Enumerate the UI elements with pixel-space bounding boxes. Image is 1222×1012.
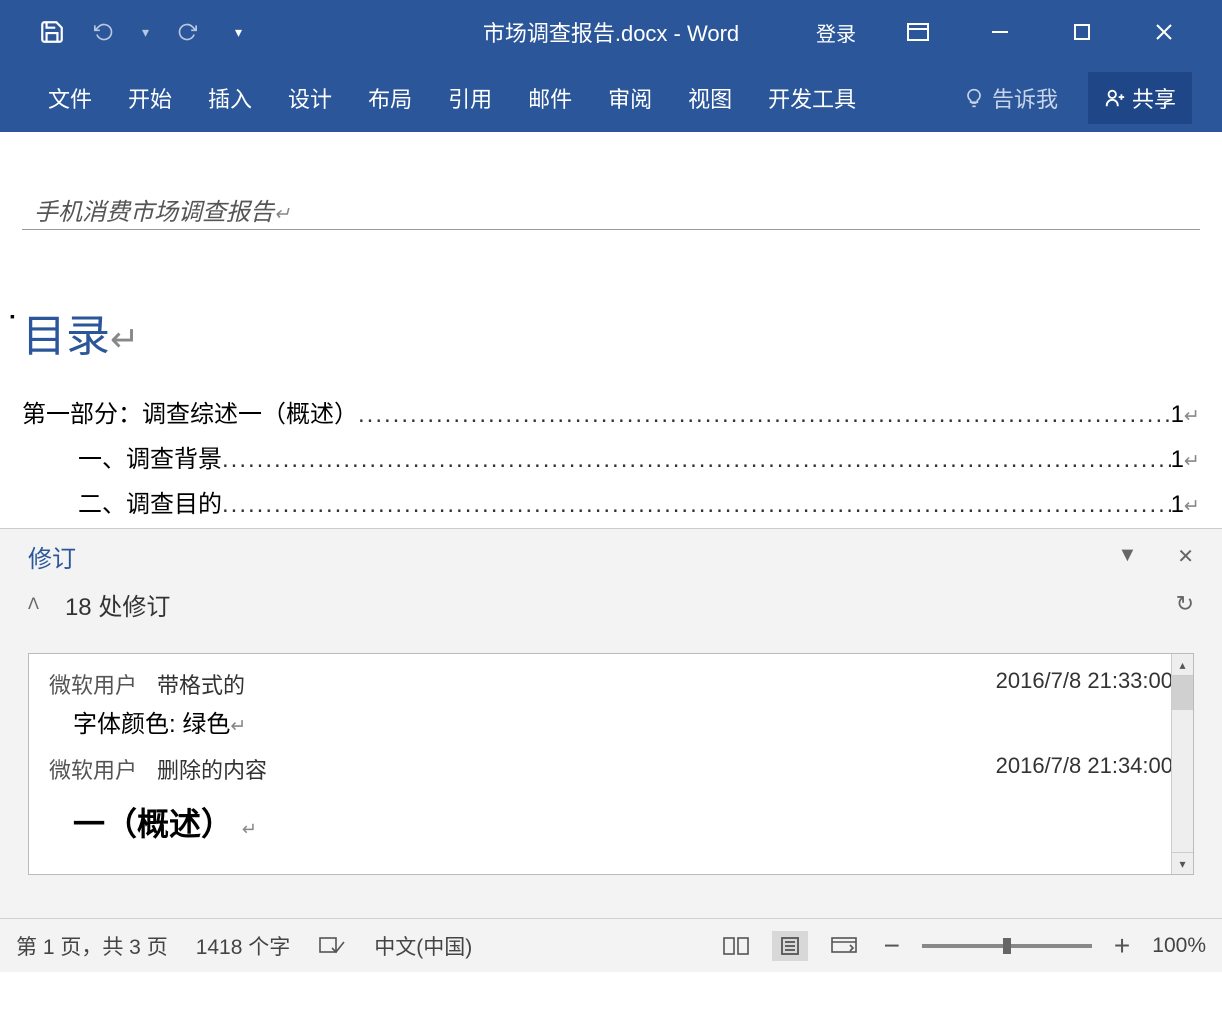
read-mode-icon[interactable]: [718, 931, 754, 961]
revision-author: 微软用户: [49, 668, 137, 700]
document-area[interactable]: 手机消费市场调查报告↵ ▪ 目录↵ 第一部分：调查综述一（概述） .......…: [0, 132, 1222, 528]
window-title: 市场调查报告.docx - Word: [483, 16, 739, 48]
page-indicator[interactable]: 第 1 页，共 3 页: [16, 931, 168, 961]
tab-developer[interactable]: 开发工具: [750, 64, 874, 132]
zoom-level[interactable]: 100%: [1152, 934, 1206, 958]
revision-detail: 一（概述） ↵: [49, 785, 1173, 845]
tab-mailings[interactable]: 邮件: [510, 64, 590, 132]
zoom-in-button[interactable]: +: [1110, 930, 1134, 962]
scroll-thumb[interactable]: [1172, 676, 1193, 710]
revision-type: 删除的内容: [157, 753, 267, 785]
ribbon: 文件 开始 插入 设计 布局 引用 邮件 审阅 视图 开发工具 告诉我 共享: [0, 64, 1222, 132]
tab-design[interactable]: 设计: [270, 64, 350, 132]
tab-view[interactable]: 视图: [670, 64, 750, 132]
revision-detail: 字体颜色: 绿色↵: [49, 700, 1173, 747]
word-count[interactable]: 1418 个字: [196, 931, 291, 961]
qat-customize-icon[interactable]: ▾: [235, 24, 242, 41]
chevron-up-icon[interactable]: ᐱ: [28, 594, 39, 614]
tab-layout[interactable]: 布局: [350, 64, 430, 132]
spellcheck-icon[interactable]: [318, 934, 346, 958]
titlebar-right: 登录: [816, 16, 1222, 48]
tab-file[interactable]: 文件: [30, 64, 110, 132]
revision-time: 2016/7/8 21:33:00: [996, 668, 1173, 700]
zoom-slider[interactable]: [922, 944, 1092, 948]
minimize-icon[interactable]: [980, 16, 1020, 48]
revision-item[interactable]: 微软用户 带格式的 2016/7/8 21:33:00 字体颜色: 绿色↵: [49, 668, 1173, 747]
close-pane-icon[interactable]: ✕: [1177, 544, 1194, 569]
quick-access-toolbar: ▾ ▾: [0, 18, 242, 46]
revisions-title: 修订: [28, 539, 76, 574]
revision-count: 18 处修订: [65, 587, 170, 622]
tell-me-button[interactable]: 告诉我: [964, 82, 1058, 114]
toc-entry[interactable]: 第一部分：调查综述一（概述） .........................…: [22, 394, 1200, 429]
cursor-mark: ▪: [10, 308, 15, 324]
revision-type: 带格式的: [157, 668, 245, 700]
tab-insert[interactable]: 插入: [190, 64, 270, 132]
web-layout-icon[interactable]: [826, 931, 862, 961]
scroll-down-icon[interactable]: ▾: [1172, 852, 1193, 874]
tab-review[interactable]: 审阅: [590, 64, 670, 132]
revisions-list: 微软用户 带格式的 2016/7/8 21:33:00 字体颜色: 绿色↵ 微软…: [28, 653, 1194, 875]
redo-icon[interactable]: [173, 18, 201, 46]
revision-time: 2016/7/8 21:34:00: [996, 753, 1173, 785]
toc-entry[interactable]: 一、调查背景 .................................…: [22, 439, 1200, 474]
undo-dropdown-icon[interactable]: ▾: [142, 24, 149, 41]
toc-entry[interactable]: 二、调查目的 .................................…: [22, 484, 1200, 519]
titlebar: ▾ ▾ 市场调查报告.docx - Word 登录: [0, 0, 1222, 64]
document-page: 手机消费市场调查报告↵ ▪ 目录↵ 第一部分：调查综述一（概述） .......…: [22, 144, 1200, 528]
statusbar: 第 1 页，共 3 页 1418 个字 中文(中国) − + 100%: [0, 918, 1222, 972]
lightbulb-icon: [964, 88, 984, 108]
language-indicator[interactable]: 中文(中国): [374, 931, 472, 961]
maximize-icon[interactable]: [1062, 16, 1102, 48]
revisions-header: 修订 ▼ ✕: [28, 529, 1194, 583]
print-layout-icon[interactable]: [772, 931, 808, 961]
toc-title[interactable]: 目录↵: [22, 300, 1200, 364]
revisions-scrollbar[interactable]: ▴ ▾: [1171, 654, 1193, 874]
zoom-slider-thumb[interactable]: [1003, 938, 1011, 954]
close-icon[interactable]: [1144, 16, 1184, 48]
revisions-subheader: ᐱ 18 处修订 ↻: [28, 583, 1194, 625]
tab-home[interactable]: 开始: [110, 64, 190, 132]
undo-icon[interactable]: [90, 18, 118, 46]
chevron-down-icon[interactable]: ▼: [1117, 544, 1137, 569]
scroll-up-icon[interactable]: ▴: [1172, 654, 1193, 676]
save-icon[interactable]: [38, 18, 66, 46]
tab-references[interactable]: 引用: [430, 64, 510, 132]
zoom-out-button[interactable]: −: [880, 930, 904, 962]
revision-author: 微软用户: [49, 753, 137, 785]
revisions-pane: 修订 ▼ ✕ ᐱ 18 处修订 ↻ 微软用户 带格式的 2016/7/8 21:…: [0, 528, 1222, 918]
login-button[interactable]: 登录: [816, 18, 856, 47]
refresh-icon[interactable]: ↻: [1176, 591, 1194, 617]
page-header[interactable]: 手机消费市场调查报告↵: [22, 144, 1200, 230]
share-person-icon: [1104, 87, 1126, 109]
share-button[interactable]: 共享: [1088, 72, 1192, 124]
revision-item[interactable]: 微软用户 删除的内容 2016/7/8 21:34:00 一（概述） ↵: [49, 753, 1173, 845]
ribbon-display-icon[interactable]: [898, 16, 938, 48]
